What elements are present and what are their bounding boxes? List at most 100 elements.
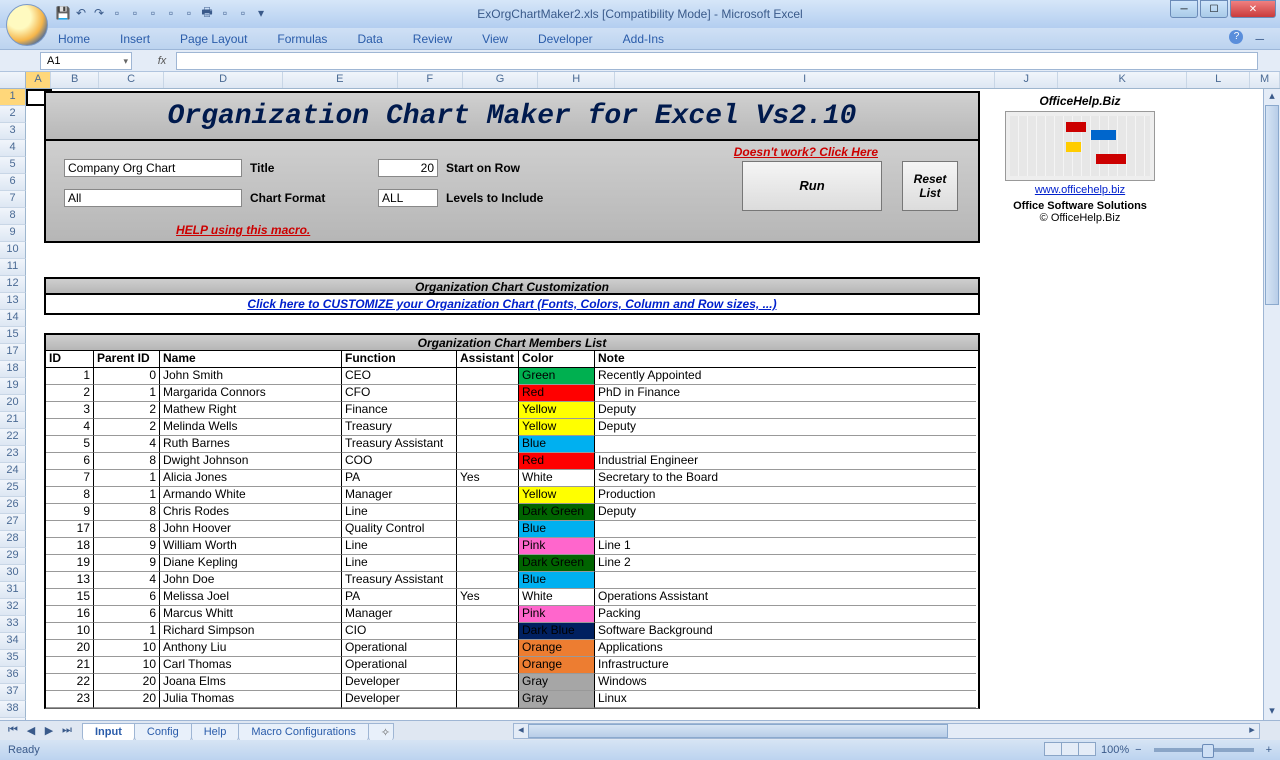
tab-nav-prev-icon[interactable]: ◀	[22, 724, 40, 737]
cell-color[interactable]: Dark Green	[519, 504, 595, 521]
cell-assistant[interactable]	[457, 606, 519, 623]
scroll-left-icon[interactable]: ◂	[514, 724, 528, 738]
cell-note[interactable]: Linux	[595, 691, 976, 708]
row-header[interactable]: 20	[0, 395, 26, 412]
table-row[interactable]: 156Melissa JoelPAYesWhiteOperations Assi…	[46, 589, 978, 606]
cell-parent-id[interactable]: 10	[94, 640, 160, 657]
cell-name[interactable]: Anthony Liu	[160, 640, 342, 657]
cell-note[interactable]	[595, 572, 976, 589]
cell-name[interactable]: William Worth	[160, 538, 342, 555]
cell-color[interactable]: Red	[519, 385, 595, 402]
cell-color[interactable]: Yellow	[519, 419, 595, 436]
row-header[interactable]: 29	[0, 548, 26, 565]
row-header[interactable]: 4	[0, 140, 26, 157]
fx-icon[interactable]: fx	[152, 55, 172, 67]
tab-view[interactable]: View	[476, 30, 514, 48]
select-all-corner[interactable]	[0, 72, 26, 88]
cell-name[interactable]: John Doe	[160, 572, 342, 589]
row-header[interactable]: 11	[0, 259, 26, 276]
cell-parent-id[interactable]: 6	[94, 589, 160, 606]
row-header[interactable]: 2	[0, 106, 26, 123]
row-header[interactable]: 6	[0, 174, 26, 191]
tab-home[interactable]: Home	[52, 30, 96, 48]
cell-name[interactable]: Melinda Wells	[160, 419, 342, 436]
tab-nav-next-icon[interactable]: ▶	[40, 724, 58, 737]
cell-parent-id[interactable]: 2	[94, 402, 160, 419]
customize-link[interactable]: Click here to CUSTOMIZE your Organizatio…	[44, 295, 980, 315]
cell-parent-id[interactable]: 10	[94, 657, 160, 674]
row-header[interactable]: 14	[0, 310, 26, 327]
sheet-tab-help[interactable]: Help	[191, 723, 240, 741]
start-row-input[interactable]: 20	[378, 159, 438, 177]
cell-assistant[interactable]	[457, 640, 519, 657]
cell-name[interactable]: Armando White	[160, 487, 342, 504]
cell-assistant[interactable]	[457, 436, 519, 453]
cell-id[interactable]: 10	[46, 623, 94, 640]
cell-id[interactable]: 22	[46, 674, 94, 691]
cell-parent-id[interactable]: 4	[94, 436, 160, 453]
cell-id[interactable]: 6	[46, 453, 94, 470]
cell-name[interactable]: Margarida Connors	[160, 385, 342, 402]
col-header[interactable]: D	[164, 72, 283, 88]
ribbon-minimize-icon[interactable]: ─	[1249, 30, 1270, 48]
sheet-tab-macro-config[interactable]: Macro Configurations	[238, 723, 369, 741]
col-header[interactable]: E	[283, 72, 398, 88]
cell-id[interactable]: 23	[46, 691, 94, 708]
cell-note[interactable]: Windows	[595, 674, 976, 691]
tab-addins[interactable]: Add-Ins	[617, 30, 670, 48]
cell-assistant[interactable]	[457, 623, 519, 640]
cell-id[interactable]: 8	[46, 487, 94, 504]
view-buttons[interactable]	[1044, 742, 1095, 759]
cell-function[interactable]: Line	[342, 504, 457, 521]
cell-function[interactable]: Treasury Assistant	[342, 572, 457, 589]
cell-note[interactable]: Packing	[595, 606, 976, 623]
cell-function[interactable]: Line	[342, 538, 457, 555]
cell-function[interactable]: Finance	[342, 402, 457, 419]
cell-id[interactable]: 9	[46, 504, 94, 521]
row-header[interactable]: 28	[0, 531, 26, 548]
cell-color[interactable]: Red	[519, 453, 595, 470]
cell-id[interactable]: 20	[46, 640, 94, 657]
cell-id[interactable]: 7	[46, 470, 94, 487]
save-icon[interactable]: 💾	[55, 5, 71, 21]
cell-function[interactable]: PA	[342, 470, 457, 487]
cell-note[interactable]: Deputy	[595, 504, 976, 521]
qat-icon[interactable]: ▫	[127, 5, 143, 21]
cell-note[interactable]: Recently Appointed	[595, 368, 976, 385]
zoom-in-icon[interactable]: +	[1266, 744, 1272, 756]
cell-parent-id[interactable]: 1	[94, 385, 160, 402]
cell-parent-id[interactable]: 8	[94, 521, 160, 538]
cell-parent-id[interactable]: 8	[94, 453, 160, 470]
row-header[interactable]: 30	[0, 565, 26, 582]
cell-note[interactable]: Operations Assistant	[595, 589, 976, 606]
cell-note[interactable]: Infrastructure	[595, 657, 976, 674]
table-row[interactable]: 189William WorthLinePinkLine 1	[46, 538, 978, 555]
tab-developer[interactable]: Developer	[532, 30, 599, 48]
scroll-thumb[interactable]	[1265, 105, 1279, 305]
zoom-slider[interactable]	[1154, 748, 1254, 752]
scroll-up-icon[interactable]: ▴	[1264, 89, 1280, 105]
col-header[interactable]: C	[99, 72, 164, 88]
table-row[interactable]: 42Melinda WellsTreasuryYellowDeputy	[46, 419, 978, 436]
formula-input[interactable]	[176, 52, 1258, 70]
row-header[interactable]: 27	[0, 514, 26, 531]
row-header[interactable]: 23	[0, 446, 26, 463]
zoom-out-icon[interactable]: −	[1135, 744, 1141, 756]
cell-assistant[interactable]	[457, 453, 519, 470]
row-header[interactable]: 25	[0, 480, 26, 497]
cell-function[interactable]: Operational	[342, 640, 457, 657]
cell-assistant[interactable]	[457, 368, 519, 385]
cell-color[interactable]: Green	[519, 368, 595, 385]
tab-review[interactable]: Review	[407, 30, 458, 48]
row-header[interactable]: 35	[0, 650, 26, 667]
cell-note[interactable]	[595, 521, 976, 538]
cell-name[interactable]: Richard Simpson	[160, 623, 342, 640]
table-row[interactable]: 21Margarida ConnorsCFORedPhD in Finance	[46, 385, 978, 402]
cell-color[interactable]: Gray	[519, 691, 595, 708]
row-header[interactable]: 33	[0, 616, 26, 633]
cell-assistant[interactable]	[457, 572, 519, 589]
row-header[interactable]: 22	[0, 429, 26, 446]
cell-color[interactable]: Yellow	[519, 402, 595, 419]
cell-note[interactable]: Industrial Engineer	[595, 453, 976, 470]
qat-icon[interactable]: ▫	[163, 5, 179, 21]
